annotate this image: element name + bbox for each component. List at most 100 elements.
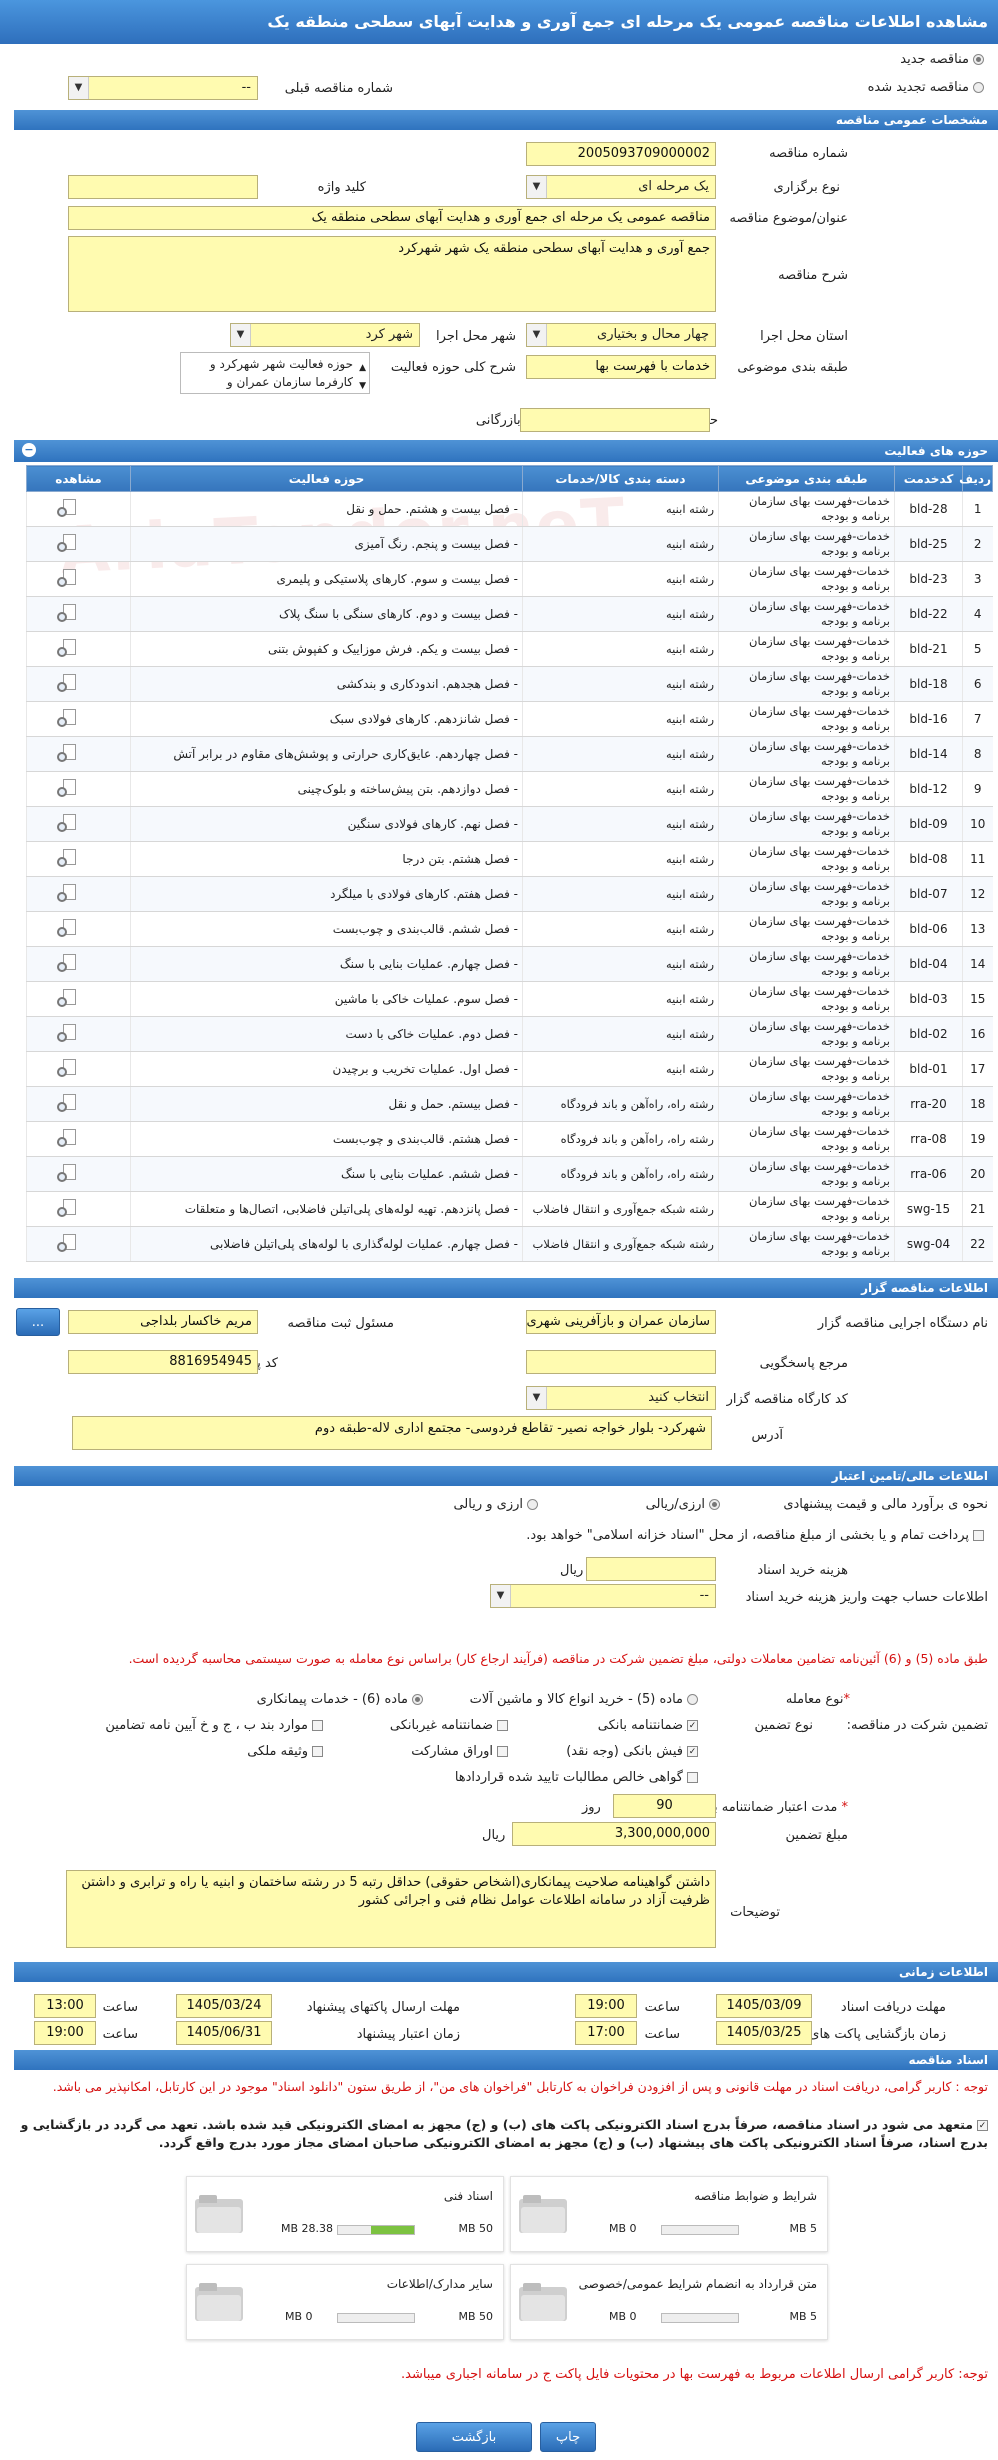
view-cell[interactable]: [26, 561, 131, 597]
view-cell[interactable]: [26, 1156, 131, 1192]
view-cell[interactable]: [26, 526, 131, 562]
row-index-cell: 18: [962, 1086, 993, 1122]
doc-card-other[interactable]: سایر مدارک/اطلاعات 0 MB 50 MB: [186, 2264, 504, 2340]
radio-deal-services[interactable]: ماده (6) - خدمات پیمانکاری: [257, 1692, 423, 1707]
view-cell[interactable]: [26, 1121, 131, 1157]
opt-bank-guarantee[interactable]: ✓ضمانتنامه بانکی: [598, 1718, 698, 1733]
radio-deal-goods[interactable]: ماده (5) - خرید انواع کالا و ماشین آلات: [470, 1692, 698, 1707]
view-document-icon[interactable]: [57, 638, 81, 660]
doc-card-technical[interactable]: اسناد فنی 28.38 MB 50 MB: [186, 2176, 504, 2252]
account-select[interactable]: ▼ --: [490, 1584, 716, 1608]
radio-both[interactable]: ارزی و ریالی: [453, 1497, 538, 1512]
view-cell[interactable]: [26, 1016, 131, 1052]
radio-renewed-tender[interactable]: مناقصه تجدید شده: [868, 80, 984, 95]
view-document-icon[interactable]: [57, 568, 81, 590]
opt-bonds[interactable]: اوراق مشارکت: [411, 1744, 508, 1759]
row-index-cell: 13: [962, 911, 993, 947]
view-cell[interactable]: [26, 631, 131, 667]
view-document-icon[interactable]: [57, 848, 81, 870]
view-document-icon[interactable]: [57, 743, 81, 765]
goods-class-cell: رشته ابنیه: [522, 561, 719, 597]
opt-cash-receipt[interactable]: ✓فیش بانکی (وجه نقد): [566, 1744, 698, 1759]
collapse-icon[interactable]: −: [22, 443, 36, 457]
browse-button[interactable]: ...: [16, 1308, 60, 1336]
view-document-icon[interactable]: [57, 673, 81, 695]
row-index-cell: 8: [962, 736, 993, 772]
view-document-icon[interactable]: [57, 708, 81, 730]
radio-rial[interactable]: ارزی/ریالی: [646, 1497, 720, 1512]
view-document-icon[interactable]: [57, 603, 81, 625]
goods-class-cell: رشته ابنیه: [522, 666, 719, 702]
treasury-checkbox[interactable]: پرداخت تمام و یا بخشی از مبلغ مناقصه، از…: [526, 1528, 984, 1543]
prev-number-select[interactable]: ▼ --: [68, 76, 258, 100]
opt-clauses[interactable]: موارد بند ب ، ج و خ آیین نامه تضامین: [105, 1718, 323, 1733]
view-cell[interactable]: [26, 911, 131, 947]
activity-scope-cell: - فصل بیست و سوم. کارهای پلاستیکی و پلیم…: [130, 561, 523, 597]
view-document-icon[interactable]: [57, 1128, 81, 1150]
print-button[interactable]: چاپ: [540, 2422, 596, 2452]
city-select[interactable]: ▼ شهر کرد: [230, 323, 420, 347]
view-document-icon[interactable]: [57, 498, 81, 520]
category-cell: خدمات-فهرست بهای سازمان برنامه و بودجه: [718, 666, 895, 702]
view-cell[interactable]: [26, 771, 131, 807]
open-label: زمان بازگشایی پاکت های: [809, 2027, 946, 2042]
send-time-field: 13:00: [34, 1994, 96, 2018]
table-row: 15 bld-03 خدمات-فهرست بهای سازمان برنامه و…: [26, 981, 993, 1017]
row-index-cell: 1: [962, 491, 993, 527]
view-cell[interactable]: [26, 736, 131, 772]
view-document-icon[interactable]: [57, 1198, 81, 1220]
view-cell[interactable]: [26, 876, 131, 912]
checkbox-icon: ✓: [687, 1720, 698, 1731]
scope-listbox[interactable]: ▲ ▼ حوزه فعالیت شهر شهرکرد و کارفرما ساز…: [180, 352, 370, 394]
view-cell[interactable]: [26, 946, 131, 982]
service-code-cell: rra-06: [894, 1156, 963, 1192]
account-label: اطلاعات حساب جهت واریز هزینه خرید اسناد: [745, 1590, 988, 1605]
view-cell[interactable]: [26, 1051, 131, 1087]
view-document-icon[interactable]: [57, 1163, 81, 1185]
commit-checkbox[interactable]: ✓متعهد می شود در اسناد مناقصه، صرفاً بدر…: [8, 2116, 988, 2152]
view-cell[interactable]: [26, 1226, 131, 1262]
type-select[interactable]: ▼ یک مرحله ای: [526, 175, 716, 199]
view-document-icon[interactable]: [57, 1058, 81, 1080]
view-document-icon[interactable]: [57, 533, 81, 555]
doc-cost-field: [586, 1557, 716, 1581]
view-cell[interactable]: [26, 1086, 131, 1122]
view-cell[interactable]: [26, 1191, 131, 1227]
view-document-icon[interactable]: [57, 1093, 81, 1115]
row-index-cell: 21: [962, 1191, 993, 1227]
view-cell[interactable]: [26, 491, 131, 527]
view-document-icon[interactable]: [57, 813, 81, 835]
doc-cost-unit: ریال: [560, 1563, 584, 1578]
type-label: نوع برگزاری: [773, 180, 840, 195]
view-cell[interactable]: [26, 666, 131, 702]
doc-card-conditions[interactable]: شرایط و ضوابط مناقصه 0 MB 5 MB: [510, 2176, 828, 2252]
doc-card-contract[interactable]: متن قرارداد به انضمام شرایط عمومی/خصوصی …: [510, 2264, 828, 2340]
opt-property[interactable]: وثیقه ملکی: [247, 1744, 323, 1759]
back-button[interactable]: بازگشت: [416, 2422, 532, 2452]
radio-new-tender[interactable]: مناقصه جدید: [900, 52, 984, 67]
view-document-icon[interactable]: [57, 918, 81, 940]
opt-certified-claims[interactable]: گواهی خالص مطالبات تایید شده قراردادها: [455, 1770, 698, 1785]
view-document-icon[interactable]: [57, 1233, 81, 1255]
view-cell[interactable]: [26, 596, 131, 632]
table-row: 3 bld-23 خدمات-فهرست بهای سازمان برنامه و …: [26, 561, 993, 597]
receive-label: مهلت دریافت اسناد: [840, 2000, 946, 2015]
view-cell[interactable]: [26, 981, 131, 1017]
radio-icon: [412, 1694, 423, 1705]
workshop-select[interactable]: ▼ انتخاب کنید: [526, 1386, 716, 1410]
province-select[interactable]: ▼ چهار محال و بختیاری: [526, 323, 716, 347]
receive-time-label: ساعت: [644, 2000, 680, 2015]
view-document-icon[interactable]: [57, 883, 81, 905]
doc-card-progress: [661, 2225, 739, 2235]
view-document-icon[interactable]: [57, 953, 81, 975]
category-cell: خدمات-فهرست بهای سازمان برنامه و بودجه: [718, 1086, 895, 1122]
chevron-down-icon: ▼: [69, 77, 89, 99]
view-cell[interactable]: [26, 806, 131, 842]
radio-icon: [973, 82, 984, 93]
view-cell[interactable]: [26, 841, 131, 877]
view-document-icon[interactable]: [57, 778, 81, 800]
view-document-icon[interactable]: [57, 988, 81, 1010]
view-cell[interactable]: [26, 701, 131, 737]
opt-nonbank-guarantee[interactable]: ضمانتنامه غیربانکی: [390, 1718, 508, 1733]
view-document-icon[interactable]: [57, 1023, 81, 1045]
